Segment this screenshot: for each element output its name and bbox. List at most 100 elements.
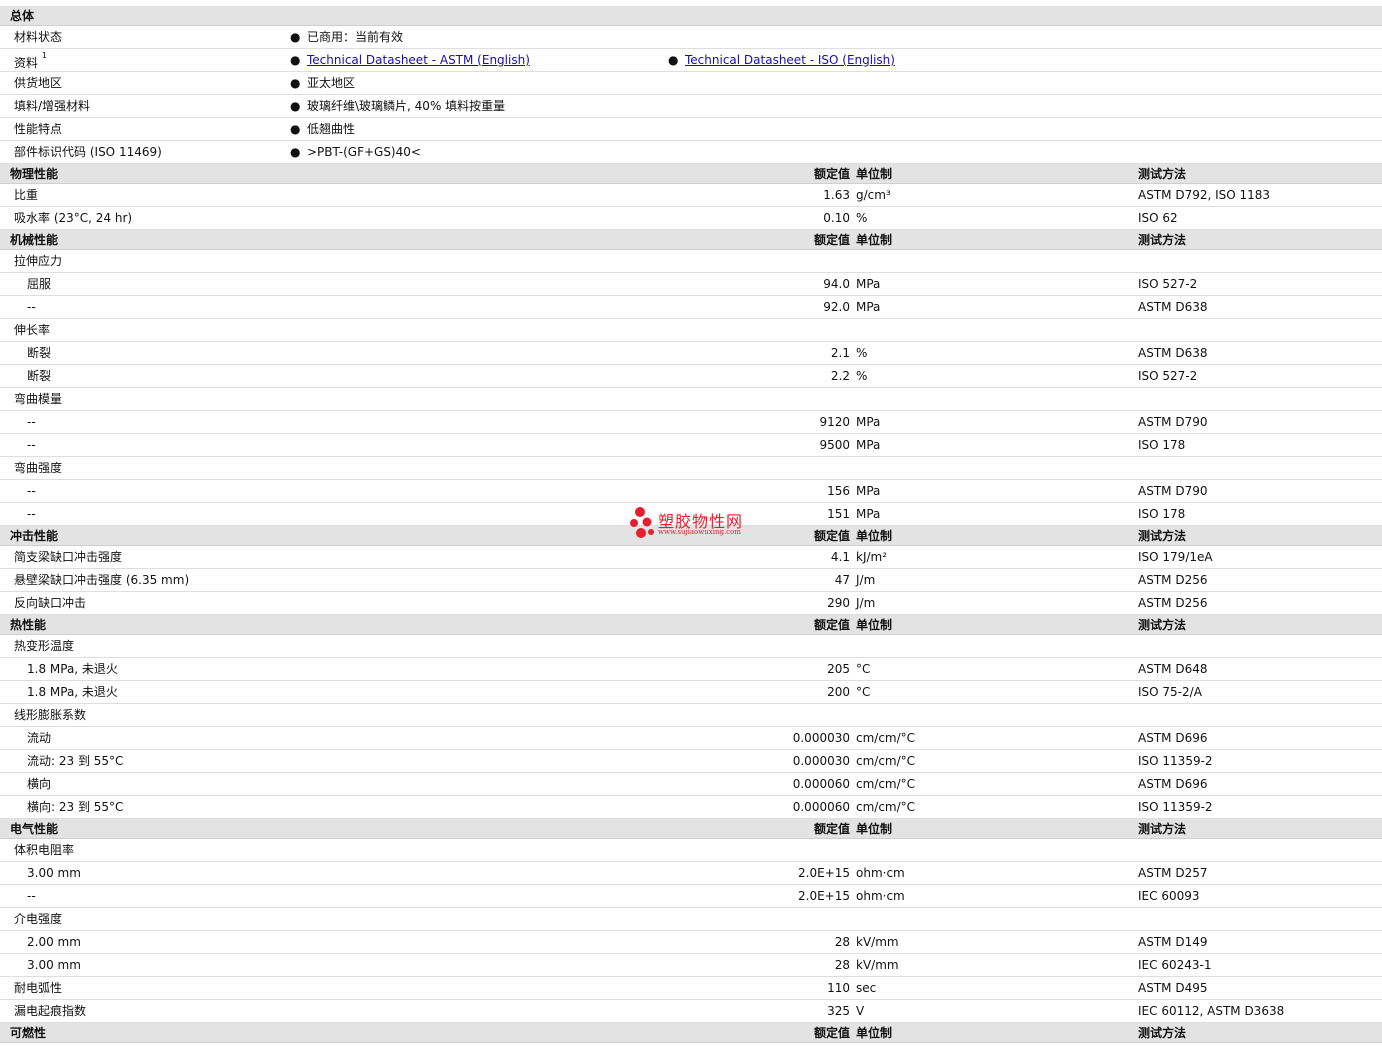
property-value: 151 [827,507,850,521]
property-method: ASTM D638 [1138,346,1208,360]
property-unit: MPa [856,507,881,521]
property-unit: kJ/m² [856,550,888,564]
property-label: 线形膨胀系数 [14,708,87,722]
section-title: 冲击性能 [10,529,59,543]
property-value: 9500 [819,438,850,452]
property-sections: 物理性能 额定值 单位制 测试方法 比重 1.63 g/cm³ ASTM D792, ISO … [0,164,1382,1043]
property-unit: g/cm³ [856,188,891,202]
property-value: 2.1 [830,346,850,360]
property-unit: MPa [856,484,881,498]
property-row: 反向缺口冲击 290 J/m ASTM D256 [0,592,1382,615]
col-header-method: 测试方法 [1138,618,1187,632]
row-part-code: 部件标识代码 (ISO 11469) ● >PBT-(GF+GS)40< [0,141,1382,164]
property-label: 介电强度 [14,912,63,926]
col-header-unit: 单位制 [856,618,893,632]
col-header-nominal: 额定值 [813,618,850,632]
property-method: ASTM D648 [1138,662,1208,676]
section-header: 物理性能 额定值 单位制 测试方法 [0,164,1382,184]
row-value: 亚太地区 [307,76,356,90]
property-row: 弯曲强度 [0,457,1382,480]
property-unit: cm/cm/°C [856,754,916,768]
property-value: 47 [834,573,850,587]
bullet-icon: ● [290,99,301,113]
col-header-unit: 单位制 [856,822,893,836]
property-method: ASTM D790 [1138,415,1208,429]
property-method: ASTM D256 [1138,573,1208,587]
row-availability: 供货地区 ● 亚太地区 [0,72,1382,95]
property-value: 2.0E+15 [798,866,850,880]
property-value: 156 [827,484,850,498]
section-header: 热性能 额定值 单位制 测试方法 [0,615,1382,635]
col-header-method: 测试方法 [1138,1026,1187,1040]
property-label: 体积电阻率 [14,843,75,857]
col-header-unit: 单位制 [856,167,893,181]
datasheet-link-iso[interactable]: Technical Datasheet - ISO (English) [685,49,895,71]
property-label: 伸长率 [14,323,51,337]
property-row: -- 9120 MPa ASTM D790 [0,411,1382,434]
property-value: 1.63 [823,188,850,202]
property-unit: cm/cm/°C [856,800,916,814]
property-method: ISO 178 [1138,507,1186,521]
property-method: ISO 178 [1138,438,1186,452]
property-method: IEC 60243-1 [1138,958,1212,972]
property-value: 28 [834,935,850,949]
property-row: 横向: 23 到 55°C 0.000060 cm/cm/°C ISO 11359-2 [0,796,1382,819]
property-value: 0.000060 [792,800,850,814]
bullet-icon: ● [290,53,301,67]
property-row: -- 92.0 MPa ASTM D638 [0,296,1382,319]
property-method: ASTM D149 [1138,935,1208,949]
section-header-general: 总体 [0,6,1382,26]
property-unit: % [856,346,868,360]
property-value: 0.000030 [792,731,850,745]
property-unit: °C [856,685,871,699]
property-unit: ohm·cm [856,889,905,903]
property-unit: sec [856,981,877,995]
property-unit: V [856,1004,865,1018]
row-label: 填料/增强材料 [14,99,91,113]
property-row: 横向 0.000060 cm/cm/°C ASTM D696 [0,773,1382,796]
row-value: >PBT-(GF+GS)40< [307,145,421,159]
property-row: 3.00 mm 2.0E+15 ohm·cm ASTM D257 [0,862,1382,885]
section-title: 物理性能 [10,167,59,181]
property-method: ISO 11359-2 [1138,754,1213,768]
property-row: 悬壁梁缺口冲击强度 (6.35 mm) 47 J/m ASTM D256 [0,569,1382,592]
property-row: 线形膨胀系数 [0,704,1382,727]
property-note: (6.35 mm) [125,573,190,587]
property-value: 28 [834,958,850,972]
property-row: 流动 0.000030 cm/cm/°C ASTM D696 [0,727,1382,750]
property-label: -- [27,300,36,314]
property-label: 断裂 [27,346,52,360]
property-row: 比重 1.63 g/cm³ ASTM D792, ISO 1183 [0,184,1382,207]
datasheet-link-astm[interactable]: Technical Datasheet - ASTM (English) [307,49,530,71]
property-row: 漏电起痕指数 325 V IEC 60112, ASTM D3638 [0,1000,1382,1023]
property-row: 简支梁缺口冲击强度 4.1 kJ/m² ISO 179/1eA [0,546,1382,569]
property-label: 流动 [27,731,52,745]
row-features: 性能特点 ● 低翘曲性 [0,118,1382,141]
section-title: 热性能 [10,618,47,632]
row-value: 低翘曲性 [307,122,356,136]
col-header-method: 测试方法 [1138,822,1187,836]
property-row: 1.8 MPa, 未退火 200 °C ISO 75-2/A [0,681,1382,704]
property-row: 体积电阻率 [0,839,1382,862]
property-label: 热变形温度 [14,639,75,653]
dots-logo-icon [630,507,654,538]
property-method: ASTM D495 [1138,981,1208,995]
property-unit: J/m [856,596,876,610]
col-header-unit: 单位制 [856,529,893,543]
property-label: 1.8 MPa, 未退火 [27,662,118,676]
property-label: 横向 [27,777,52,791]
property-method: ISO 179/1eA [1138,550,1213,564]
property-label: 2.00 mm [27,935,81,949]
row-label: 材料状态 [14,30,63,44]
row-label: 部件标识代码 (ISO 11469) [14,145,162,159]
property-label: 耐电弧性 [14,981,63,995]
property-method: ASTM D696 [1138,777,1208,791]
section-header: 电气性能 额定值 单位制 测试方法 [0,819,1382,839]
property-unit: cm/cm/°C [856,777,916,791]
property-unit: % [856,369,868,383]
property-method: ISO 527-2 [1138,369,1198,383]
property-label: 1.8 MPa, 未退火 [27,685,118,699]
property-unit: MPa [856,438,881,452]
property-unit: °C [856,662,871,676]
bullet-icon: ● [290,145,301,159]
